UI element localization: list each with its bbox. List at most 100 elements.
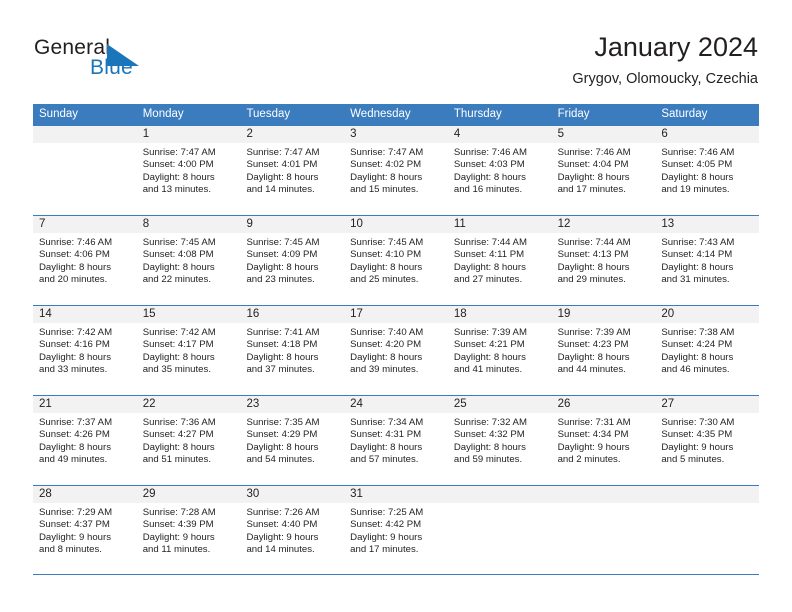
day-daylight-line1-text: Daylight: 9 hours	[350, 531, 423, 543]
day-details: Sunrise: 7:39 AM Sunset: 4:21 PM Daylight:…	[448, 323, 552, 377]
day-cell[interactable]: 24 Sunrise: 7:34 AM Sunset: 4:31 PM Dayligh…	[344, 396, 448, 485]
day-sunset-text: Sunset: 4:02 PM	[350, 159, 422, 171]
day-details: Sunrise: 7:46 AM Sunset: 4:04 PM Daylight:…	[552, 143, 656, 197]
day-sunset-text: Sunset: 4:01 PM	[246, 159, 318, 171]
day-sunrise-text: Sunrise: 7:29 AM	[39, 507, 113, 518]
day-sunset-text: Sunset: 4:14 PM	[661, 249, 733, 261]
day-sunset-text: Sunset: 4:09 PM	[246, 249, 318, 261]
day-daylight-line2-text: and 46 minutes.	[661, 364, 730, 376]
day-details: Sunrise: 7:26 AM Sunset: 4:40 PM Daylight:…	[240, 503, 344, 557]
day-cell[interactable]: 4 Sunrise: 7:46 AM Sunset: 4:03 PM Daylight…	[447, 126, 552, 215]
day-cell[interactable]: 28 Sunrise: 7:29 AM Sunset: 4:37 PM Dayligh…	[33, 486, 137, 574]
day-sunset-text: Sunset: 4:04 PM	[557, 159, 629, 171]
day-sunset-text: Sunset: 4:11 PM	[453, 249, 525, 261]
day-sunrise-text: Sunrise: 7:46 AM	[453, 147, 527, 158]
day-cell[interactable]: 1 Sunrise: 7:47 AM Sunset: 4:00 PM Daylight…	[136, 126, 241, 215]
day-cell[interactable]: 6 Sunrise: 7:46 AM Sunset: 4:05 PM Daylight…	[655, 126, 760, 215]
day-sunset-text: Sunset: 4:20 PM	[350, 339, 422, 351]
day-cell[interactable]: 12 Sunrise: 7:44 AM Sunset: 4:13 PM Dayligh…	[551, 216, 656, 305]
day-cell[interactable]: 10 Sunrise: 7:45 AM Sunset: 4:10 PM Dayligh…	[344, 216, 448, 305]
day-sunset-text: Sunset: 4:39 PM	[142, 519, 214, 531]
day-daylight-line2-text: and 54 minutes.	[246, 454, 315, 466]
day-cell[interactable]: 21 Sunrise: 7:37 AM Sunset: 4:26 PM Dayligh…	[33, 396, 137, 485]
day-details: Sunrise: 7:31 AM Sunset: 4:34 PM Daylight:…	[552, 413, 656, 467]
day-daylight-line1-text: Daylight: 8 hours	[142, 261, 215, 273]
day-sunset-text: Sunset: 4:21 PM	[453, 339, 525, 351]
day-sunset-text: Sunset: 4:13 PM	[557, 249, 629, 261]
day-cell[interactable]: 29 Sunrise: 7:28 AM Sunset: 4:39 PM Dayligh…	[136, 486, 241, 574]
day-number: 21	[33, 396, 137, 413]
day-daylight-line2-text: and 5 minutes.	[661, 454, 725, 466]
day-daylight-line2-text: and 11 minutes.	[142, 544, 211, 556]
day-cell[interactable]: 13 Sunrise: 7:43 AM Sunset: 4:14 PM Dayligh…	[655, 216, 760, 305]
day-daylight-line1-text: Daylight: 8 hours	[557, 351, 630, 363]
day-cell[interactable]: 18 Sunrise: 7:39 AM Sunset: 4:21 PM Dayligh…	[447, 306, 552, 395]
day-daylight-line2-text: and 14 minutes.	[246, 184, 315, 196]
day-details: Sunrise: 7:45 AM Sunset: 4:08 PM Daylight:…	[137, 233, 241, 287]
day-sunset-text: Sunset: 4:42 PM	[350, 519, 422, 531]
day-cell[interactable]: 11 Sunrise: 7:44 AM Sunset: 4:11 PM Dayligh…	[447, 216, 552, 305]
day-cell[interactable]: 31 Sunrise: 7:25 AM Sunset: 4:42 PM Dayligh…	[344, 486, 448, 574]
weekday-header-saturday: Saturday	[661, 108, 708, 120]
day-cell[interactable]: 8 Sunrise: 7:45 AM Sunset: 4:08 PM Daylight…	[136, 216, 241, 305]
day-sunrise-text: Sunrise: 7:26 AM	[246, 507, 320, 518]
day-daylight-line2-text: and 2 minutes.	[557, 454, 621, 466]
day-cell[interactable]: 3 Sunrise: 7:47 AM Sunset: 4:02 PM Daylight…	[344, 126, 448, 215]
day-cell[interactable]: 30 Sunrise: 7:26 AM Sunset: 4:40 PM Dayligh…	[240, 486, 345, 574]
day-sunset-text: Sunset: 4:40 PM	[246, 519, 318, 531]
day-number: 24	[344, 396, 448, 413]
weekday-header-tuesday: Tuesday	[246, 108, 291, 120]
day-sunrise-text: Sunrise: 7:45 AM	[142, 237, 216, 248]
day-sunrise-text: Sunrise: 7:44 AM	[453, 237, 527, 248]
day-sunrise-text: Sunrise: 7:32 AM	[453, 417, 527, 428]
day-details: Sunrise: 7:34 AM Sunset: 4:31 PM Daylight:…	[344, 413, 448, 467]
day-daylight-line1-text: Daylight: 8 hours	[142, 441, 215, 453]
day-number: 25	[447, 396, 552, 413]
day-cell[interactable]: 23 Sunrise: 7:35 AM Sunset: 4:29 PM Dayligh…	[240, 396, 345, 485]
day-sunrise-text: Sunrise: 7:39 AM	[557, 327, 631, 338]
day-sunrise-text: Sunrise: 7:42 AM	[39, 327, 113, 338]
day-sunrise-text: Sunrise: 7:46 AM	[661, 147, 735, 158]
day-details	[655, 503, 759, 507]
weekday-header-thursday: Thursday	[453, 108, 502, 120]
calendar-page: General Blue January 2024 Grygov, Olomou…	[0, 0, 792, 612]
day-cell[interactable]: 20 Sunrise: 7:38 AM Sunset: 4:24 PM Dayligh…	[655, 306, 760, 395]
page-subtitle: Grygov, Olomoucky, Czechia	[572, 71, 758, 88]
day-cell[interactable]: 17 Sunrise: 7:40 AM Sunset: 4:20 PM Dayligh…	[344, 306, 448, 395]
day-cell[interactable]: 14 Sunrise: 7:42 AM Sunset: 4:16 PM Dayligh…	[33, 306, 137, 395]
day-sunset-text: Sunset: 4:00 PM	[142, 159, 214, 171]
day-cell[interactable]: 15 Sunrise: 7:42 AM Sunset: 4:17 PM Dayligh…	[136, 306, 241, 395]
day-number: 26	[551, 396, 656, 413]
day-details: Sunrise: 7:46 AM Sunset: 4:03 PM Daylight:…	[448, 143, 552, 197]
day-daylight-line2-text: and 23 minutes.	[246, 274, 315, 286]
day-cell[interactable]: 22 Sunrise: 7:36 AM Sunset: 4:27 PM Dayligh…	[136, 396, 241, 485]
day-cell[interactable]: 5 Sunrise: 7:46 AM Sunset: 4:04 PM Daylight…	[551, 126, 656, 215]
day-sunset-text: Sunset: 4:08 PM	[142, 249, 214, 261]
day-cell[interactable]: 16 Sunrise: 7:41 AM Sunset: 4:18 PM Dayligh…	[240, 306, 345, 395]
day-daylight-line2-text: and 17 minutes.	[350, 544, 419, 556]
day-cell[interactable]: 25 Sunrise: 7:32 AM Sunset: 4:32 PM Dayligh…	[447, 396, 552, 485]
day-cell[interactable]: 26 Sunrise: 7:31 AM Sunset: 4:34 PM Dayligh…	[551, 396, 656, 485]
day-daylight-line2-text: and 33 minutes.	[39, 364, 108, 376]
day-cell[interactable]: 19 Sunrise: 7:39 AM Sunset: 4:23 PM Dayligh…	[551, 306, 656, 395]
day-daylight-line1-text: Daylight: 8 hours	[246, 351, 319, 363]
calendar-week-row: 21 Sunrise: 7:37 AM Sunset: 4:26 PM Dayligh…	[33, 395, 760, 485]
day-cell[interactable]: 27 Sunrise: 7:30 AM Sunset: 4:35 PM Dayligh…	[655, 396, 760, 485]
day-number: 15	[136, 306, 241, 323]
day-sunset-text: Sunset: 4:23 PM	[557, 339, 629, 351]
day-details: Sunrise: 7:36 AM Sunset: 4:27 PM Daylight:…	[137, 413, 241, 467]
day-daylight-line1-text: Daylight: 8 hours	[453, 351, 526, 363]
calendar-weeks: 1 Sunrise: 7:47 AM Sunset: 4:00 PM Daylight…	[33, 125, 760, 575]
day-number: 12	[551, 216, 656, 233]
day-sunrise-text: Sunrise: 7:43 AM	[661, 237, 735, 248]
day-sunrise-text: Sunrise: 7:45 AM	[350, 237, 424, 248]
day-cell[interactable]: 9 Sunrise: 7:45 AM Sunset: 4:09 PM Daylight…	[240, 216, 345, 305]
day-cell[interactable]: 2 Sunrise: 7:47 AM Sunset: 4:01 PM Daylight…	[240, 126, 345, 215]
day-sunrise-text: Sunrise: 7:47 AM	[142, 147, 216, 158]
day-number: 6	[655, 126, 760, 143]
day-daylight-line1-text: Daylight: 8 hours	[453, 261, 526, 273]
day-cell-empty	[655, 486, 760, 574]
day-cell[interactable]: 7 Sunrise: 7:46 AM Sunset: 4:06 PM Daylight…	[33, 216, 137, 305]
day-daylight-line2-text: and 59 minutes.	[453, 454, 523, 466]
day-daylight-line2-text: and 39 minutes.	[350, 364, 419, 376]
